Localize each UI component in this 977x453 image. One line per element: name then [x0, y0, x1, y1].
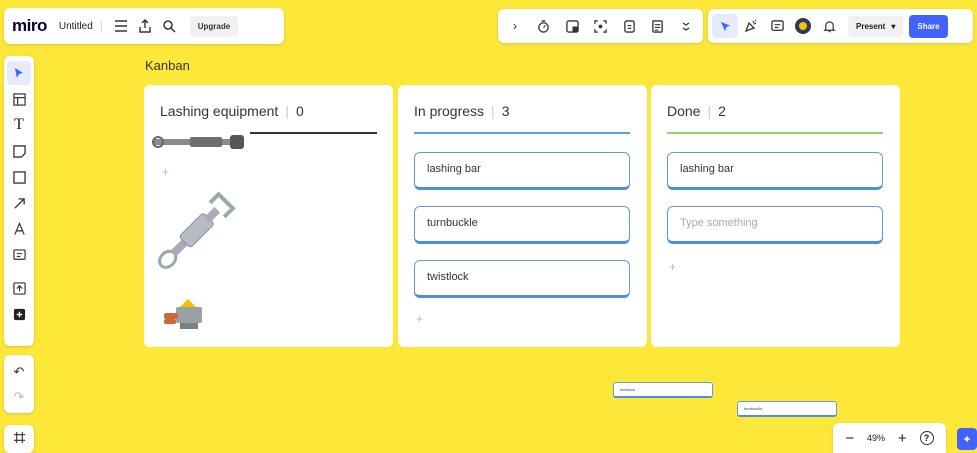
notes-icon[interactable] [647, 15, 669, 37]
present-button[interactable]: Present ▾ [848, 15, 904, 37]
floating-card[interactable]: turnbuckle [737, 401, 837, 417]
frames-icon [13, 431, 26, 447]
column-header: Done | 2 [667, 103, 726, 119]
share-toolbar: Present ▾ Share [708, 9, 973, 43]
help-icon[interactable]: ? [919, 431, 934, 445]
undo-icon[interactable]: ↶ [14, 364, 25, 380]
column-divider [250, 132, 377, 134]
select-icon[interactable] [7, 61, 31, 85]
redo-icon[interactable]: ↷ [14, 389, 25, 405]
ai-assist-button[interactable]: ✦ [957, 428, 977, 450]
column-separator: | [285, 103, 289, 119]
column-separator: | [707, 103, 712, 119]
bell-icon[interactable] [816, 14, 842, 38]
column-header: Lashing equipment | 0 [160, 103, 304, 119]
upgrade-button[interactable]: Upgrade [189, 15, 239, 37]
column-name: Done [667, 103, 701, 119]
reactions-icon[interactable] [738, 14, 764, 38]
add-card-icon[interactable]: + [162, 165, 169, 179]
column-count: 2 [718, 103, 726, 119]
chevron-down-icon: ▾ [891, 21, 896, 31]
top-left-toolbar: miro Untitled Upgrade [4, 8, 284, 44]
vote-icon[interactable] [618, 15, 640, 37]
board-name[interactable]: Untitled [59, 20, 102, 32]
focus-icon[interactable] [590, 15, 612, 37]
zoom-out-button[interactable]: − [845, 430, 854, 447]
collaboration-toolbar: › [498, 9, 703, 43]
sparkle-icon: ✦ [962, 433, 972, 446]
frames-button[interactable] [4, 425, 34, 453]
kanban-card[interactable]: lashing bar [667, 152, 883, 190]
lashing-rod-image[interactable] [150, 125, 250, 165]
column-name: Lashing equipment [160, 103, 279, 119]
present-label: Present [856, 21, 886, 31]
twistlock-image[interactable] [158, 295, 218, 335]
undo-redo-bar: ↶ ↷ [4, 355, 34, 413]
left-toolbar: T [4, 56, 34, 346]
column-count: 0 [295, 103, 304, 119]
column-divider [414, 132, 630, 134]
comment-icon[interactable] [7, 243, 31, 267]
upload-icon[interactable] [7, 276, 31, 300]
timer-icon[interactable] [533, 15, 555, 37]
kanban-column[interactable]: Lashing equipment | 0 + [144, 85, 393, 347]
avatar-icon[interactable] [790, 14, 816, 38]
zoom-bar: − 49% + ? [833, 423, 946, 453]
add-card-icon[interactable]: + [416, 312, 423, 326]
kanban-column[interactable]: In progress | 3 lashing bar turnbuckle t… [398, 85, 647, 347]
add-more-icon[interactable] [7, 302, 31, 326]
turnbuckle-image[interactable] [146, 181, 246, 281]
kanban-title[interactable]: Kanban [145, 58, 190, 73]
sticky-note-icon[interactable] [7, 139, 31, 163]
shape-icon[interactable] [7, 165, 31, 189]
column-name: In progress [414, 103, 485, 119]
column-count: 3 [501, 103, 510, 119]
more-icon[interactable] [675, 15, 697, 37]
column-separator: | [491, 103, 495, 119]
zoom-level[interactable]: 49% [867, 433, 885, 443]
export-icon[interactable] [134, 15, 156, 37]
pen-icon[interactable] [7, 217, 31, 241]
share-button[interactable]: Share [909, 14, 948, 38]
zoom-in-button[interactable]: + [898, 430, 907, 447]
column-header: In progress | 3 [414, 103, 509, 119]
menu-icon[interactable] [110, 15, 132, 37]
new-card-input[interactable]: Type something [667, 206, 883, 244]
arrow-icon[interactable] [7, 191, 31, 215]
cursor-icon[interactable] [712, 14, 738, 38]
kanban-card[interactable]: lashing bar [414, 152, 630, 190]
kanban-card[interactable]: twistlock [414, 260, 630, 298]
column-divider [667, 132, 883, 134]
floating-card[interactable]: twistlock [613, 382, 713, 398]
add-card-icon[interactable]: + [669, 260, 676, 274]
chevron-right-icon[interactable]: › [504, 15, 526, 37]
frame-icon[interactable] [561, 15, 583, 37]
kanban-column[interactable]: Done | 2 lashing bar Type something + [651, 85, 900, 347]
miro-logo[interactable]: miro [12, 16, 47, 36]
comments-icon[interactable] [764, 14, 790, 38]
templates-icon[interactable] [7, 87, 31, 111]
kanban-card[interactable]: turnbuckle [414, 206, 630, 244]
text-icon[interactable]: T [7, 113, 31, 137]
search-icon[interactable] [158, 15, 180, 37]
